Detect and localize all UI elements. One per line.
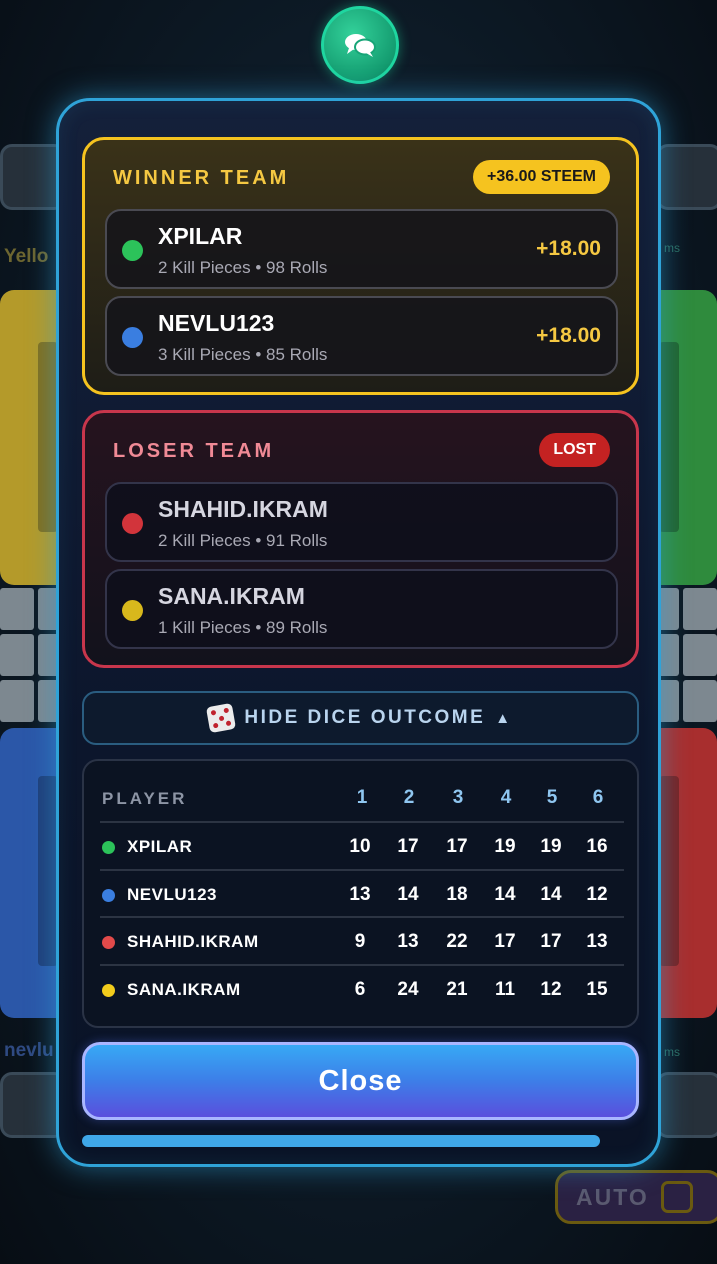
player-score: +18.00 <box>536 324 601 347</box>
row-value: 19 <box>540 836 562 857</box>
header-player: PLAYER <box>102 789 188 808</box>
row-value: 17 <box>446 836 468 857</box>
row-value: 24 <box>397 979 419 1000</box>
winner-team-panel: WINNER TEAM +36.00 STEEM XPILAR 2 Kill P… <box>82 137 639 395</box>
chat-bubbles-icon <box>345 34 376 57</box>
auto-checkbox <box>660 1181 693 1213</box>
row-color-dot <box>102 984 115 997</box>
table-row: NEVLU123 13 14 18 14 14 12 <box>100 869 624 916</box>
player-name: SHAHID.IKRAM <box>158 496 328 522</box>
header-face-2: 2 <box>403 787 415 808</box>
player-stats: 2 Kill Pieces • 91 Rolls <box>158 531 328 550</box>
player-stats: 2 Kill Pieces • 98 Rolls <box>158 258 328 277</box>
dice-outcome-table: PLAYER 1 2 3 4 5 6 XPILAR 10 17 17 19 19… <box>82 759 639 1028</box>
player-color-dot <box>122 600 143 621</box>
chat-button[interactable] <box>321 6 399 84</box>
loser-team-panel: LOSER TEAM LOST SHAHID.IKRAM 2 Kill Piec… <box>82 410 639 668</box>
player-color-dot <box>122 240 143 261</box>
row-color-dot <box>102 889 115 902</box>
row-value: 17 <box>494 931 516 952</box>
winner-player-card: XPILAR 2 Kill Pieces • 98 Rolls +18.00 <box>105 209 618 289</box>
row-value: 16 <box>586 836 608 857</box>
yellow-player-label: Yello <box>4 246 49 267</box>
loser-team-title: LOSER TEAM <box>113 440 275 462</box>
player-stats: 3 Kill Pieces • 85 Rolls <box>158 345 328 364</box>
header-face-1: 1 <box>356 787 368 808</box>
top-right-snippet: ms <box>664 241 680 255</box>
header-face-4: 4 <box>500 787 512 808</box>
row-value: 12 <box>586 884 608 905</box>
row-value: 22 <box>446 931 468 952</box>
row-value: 21 <box>446 979 468 1000</box>
row-value: 15 <box>586 979 608 1000</box>
blue-player-label: nevlu <box>4 1040 54 1061</box>
hide-dice-outcome-button[interactable]: HIDE DICE OUTCOME ▲ <box>82 691 639 745</box>
row-value: 9 <box>354 931 366 952</box>
auto-play-toggle[interactable]: AUTO <box>555 1170 717 1224</box>
player-stats: 1 Kill Pieces • 89 Rolls <box>158 618 328 637</box>
row-value: 18 <box>446 884 468 905</box>
game-results-modal: WINNER TEAM +36.00 STEEM XPILAR 2 Kill P… <box>56 98 661 1167</box>
row-value: 14 <box>540 884 562 905</box>
table-row: SANA.IKRAM 6 24 21 11 12 15 <box>100 964 624 1011</box>
close-button[interactable]: Close <box>82 1042 639 1120</box>
lost-badge: LOST <box>539 433 610 467</box>
row-player-name: SHAHID.IKRAM <box>127 932 259 951</box>
row-value: 17 <box>397 836 419 857</box>
row-value: 13 <box>397 931 419 952</box>
player-avatar-top-right <box>656 144 717 210</box>
row-value: 13 <box>586 931 608 952</box>
row-value: 6 <box>354 979 366 1000</box>
loser-player-card: SANA.IKRAM 1 Kill Pieces • 89 Rolls <box>105 569 618 649</box>
dice-toggle-label: HIDE DICE OUTCOME <box>244 707 486 728</box>
row-player-name: SANA.IKRAM <box>127 980 241 999</box>
auto-label: AUTO <box>576 1183 649 1210</box>
chevron-up-icon: ▲ <box>495 709 513 727</box>
dice-icon <box>206 702 237 734</box>
row-value: 14 <box>494 884 516 905</box>
player-name: XPILAR <box>158 223 243 249</box>
winner-team-title: WINNER TEAM <box>113 167 290 189</box>
table-row: XPILAR 10 17 17 19 19 16 <box>100 821 624 868</box>
header-face-6: 6 <box>592 787 604 808</box>
winner-player-card: NEVLU123 3 Kill Pieces • 85 Rolls +18.00 <box>105 296 618 376</box>
row-value: 10 <box>349 836 371 857</box>
header-face-3: 3 <box>452 787 464 808</box>
header-face-5: 5 <box>546 787 558 808</box>
row-value: 17 <box>540 931 562 952</box>
player-color-dot <box>122 327 143 348</box>
player-name: NEVLU123 <box>158 310 275 336</box>
table-row: SHAHID.IKRAM 9 13 22 17 17 13 <box>100 916 624 963</box>
winnings-badge: +36.00 STEEM <box>473 160 610 194</box>
progress-fill <box>82 1135 600 1147</box>
row-value: 13 <box>349 884 371 905</box>
row-value: 14 <box>397 884 419 905</box>
row-value: 12 <box>540 979 562 1000</box>
loser-player-card: SHAHID.IKRAM 2 Kill Pieces • 91 Rolls <box>105 482 618 562</box>
table-header: PLAYER 1 2 3 4 5 6 <box>102 787 622 825</box>
player-score: +18.00 <box>536 237 601 260</box>
player-avatar-bottom-right <box>656 1072 717 1138</box>
bottom-right-snippet: ms <box>664 1045 680 1059</box>
row-color-dot <box>102 841 115 854</box>
row-player-name: NEVLU123 <box>127 885 217 904</box>
row-player-name: XPILAR <box>127 837 193 856</box>
row-color-dot <box>102 936 115 949</box>
player-name: SANA.IKRAM <box>158 583 305 609</box>
row-value: 11 <box>494 979 516 1000</box>
row-value: 19 <box>494 836 516 857</box>
player-color-dot <box>122 513 143 534</box>
auto-close-progress-bar <box>82 1135 639 1147</box>
